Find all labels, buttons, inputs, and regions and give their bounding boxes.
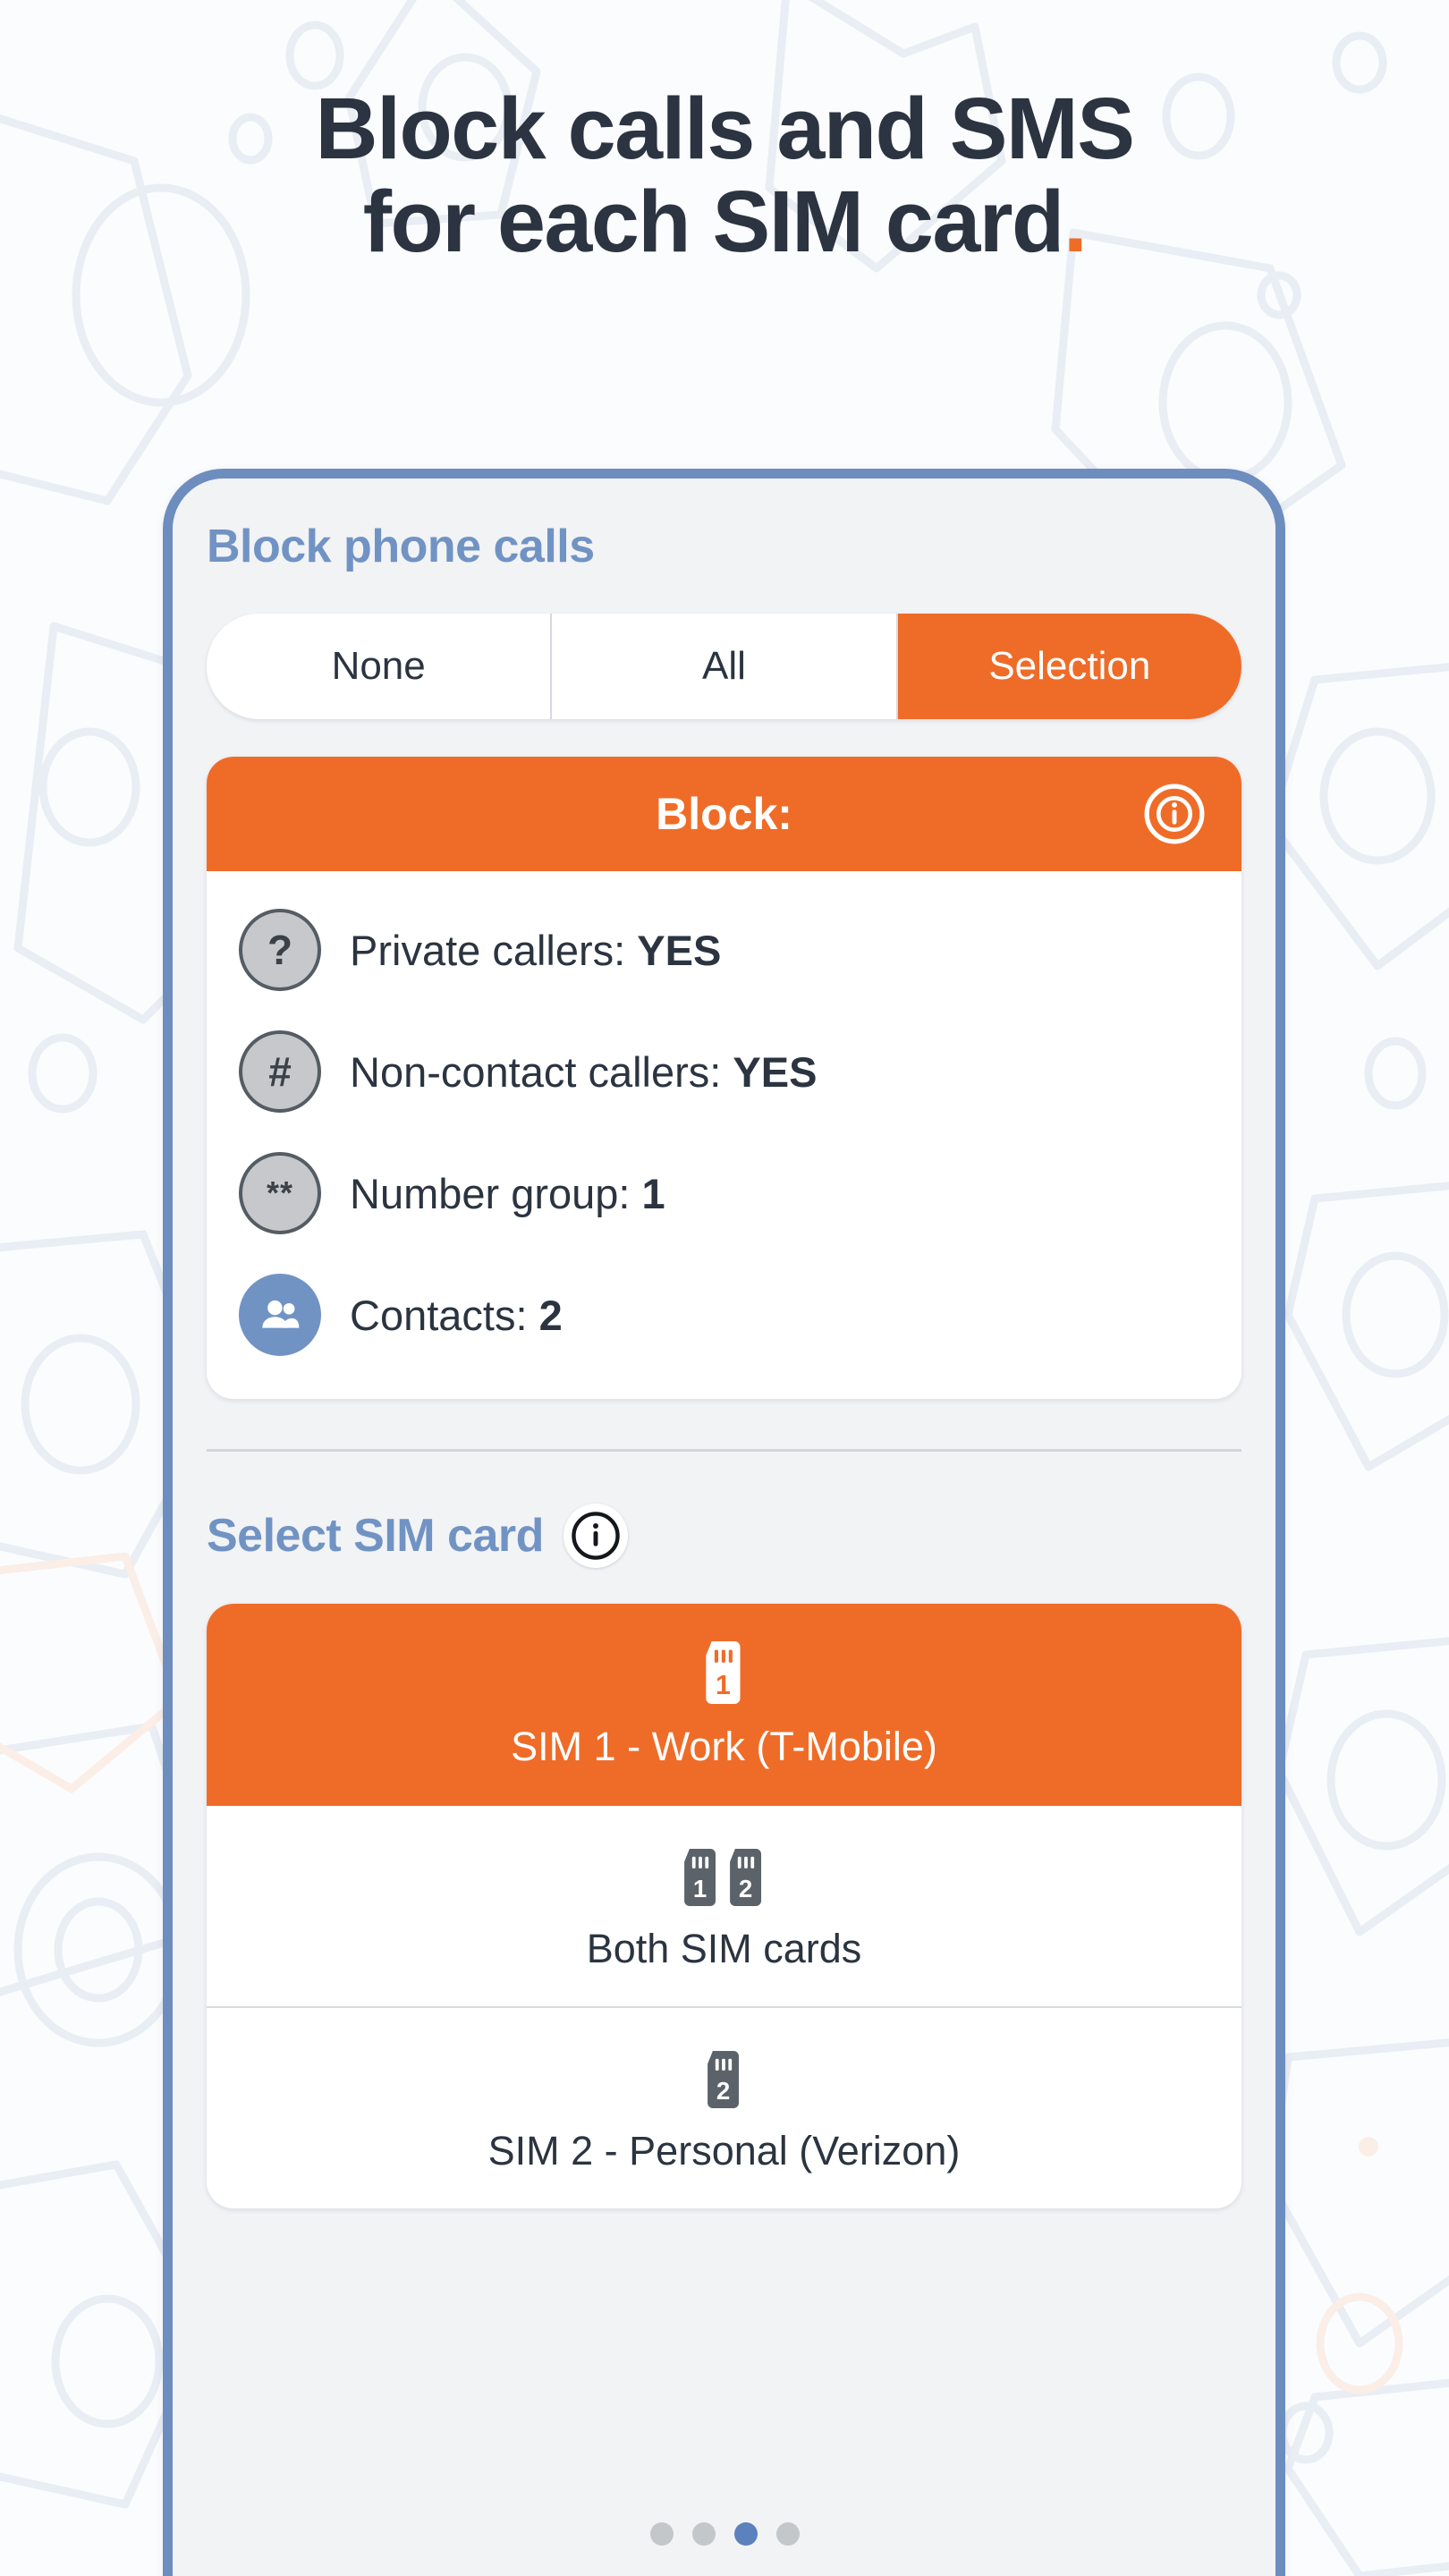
block-row-label: Number group: 1 bbox=[350, 1169, 665, 1218]
page-dot-3[interactable] bbox=[733, 2522, 758, 2546]
block-card-title: Block: bbox=[656, 789, 792, 840]
block-row-value: 1 bbox=[641, 1169, 665, 1217]
sim-card-both-icon: 1 2 bbox=[682, 1838, 767, 1907]
sim-option-label: SIM 2 - Personal (Verizon) bbox=[487, 2128, 961, 2174]
segment-selection[interactable]: Selection bbox=[897, 614, 1241, 720]
page-headline: Block calls and SMS for each SIM card. bbox=[0, 0, 1449, 268]
phone-mockup-frame: Block phone calls None All Selection Blo… bbox=[163, 469, 1285, 2576]
block-mode-segmented-control[interactable]: None All Selection bbox=[207, 614, 1241, 720]
block-row-non-contact-callers[interactable]: # Non-contact callers: YES bbox=[239, 1030, 1209, 1114]
block-settings-card: Block: ? Private callers: YES # Non-cont… bbox=[207, 757, 1241, 1400]
block-row-value: YES bbox=[733, 1047, 818, 1096]
svg-text:1: 1 bbox=[693, 1875, 707, 1902]
page-dot-4[interactable] bbox=[775, 2522, 800, 2546]
sim-option-sim1[interactable]: 1 SIM 1 - Work (T-Mobile) bbox=[207, 1604, 1241, 1807]
page-dot-2[interactable] bbox=[691, 2522, 716, 2546]
headline-line-1: Block calls and SMS bbox=[315, 80, 1135, 177]
sim-card-2-icon: 2 bbox=[705, 2040, 744, 2109]
phone-screen: Block phone calls None All Selection Blo… bbox=[173, 479, 1275, 2576]
page-dot-1[interactable] bbox=[649, 2522, 674, 2546]
block-card-rows: ? Private callers: YES # Non-contact cal… bbox=[207, 871, 1241, 1399]
hash-icon: # bbox=[239, 1030, 321, 1114]
block-row-contacts[interactable]: Contacts: 2 bbox=[239, 1274, 1209, 1357]
select-sim-section-title: Select SIM card bbox=[207, 1509, 544, 1562]
info-circle-icon[interactable] bbox=[1141, 781, 1208, 847]
svg-text:1: 1 bbox=[716, 1671, 731, 1700]
sim-card-1-icon: 1 bbox=[703, 1636, 746, 1705]
headline-period: . bbox=[1063, 172, 1088, 270]
block-row-private-callers[interactable]: ? Private callers: YES bbox=[239, 909, 1209, 992]
svg-text:2: 2 bbox=[739, 1875, 752, 1902]
block-card-header: Block: bbox=[207, 757, 1241, 872]
headline-line-2-text: for each SIM card bbox=[362, 172, 1065, 270]
sim-option-label: Both SIM cards bbox=[586, 1926, 862, 1972]
sim-card-option-list: 1 SIM 1 - Work (T-Mobile) 1 2 Both SIM c… bbox=[207, 1604, 1241, 2209]
contacts-people-icon bbox=[239, 1274, 321, 1357]
segment-none[interactable]: None bbox=[207, 614, 553, 720]
sim-option-label: SIM 1 - Work (T-Mobile) bbox=[511, 1724, 937, 1770]
block-row-value: 2 bbox=[538, 1291, 563, 1339]
select-sim-header: Select SIM card bbox=[207, 1504, 1241, 1569]
block-row-label: Private callers: YES bbox=[350, 926, 721, 975]
section-divider bbox=[207, 1449, 1241, 1453]
block-row-label-text: Number group: bbox=[350, 1169, 642, 1217]
block-row-number-group[interactable]: ** Number group: 1 bbox=[239, 1152, 1209, 1235]
asterisk-pair-icon: ** bbox=[239, 1152, 321, 1235]
block-calls-section-title: Block phone calls bbox=[207, 521, 595, 572]
block-row-label: Non-contact callers: YES bbox=[350, 1047, 817, 1097]
segment-all[interactable]: All bbox=[552, 614, 898, 720]
block-row-label-text: Non-contact callers: bbox=[350, 1047, 733, 1096]
info-circle-icon[interactable] bbox=[563, 1504, 628, 1569]
page-indicator bbox=[0, 2522, 1449, 2546]
block-row-label: Contacts: 2 bbox=[350, 1291, 563, 1340]
question-mark-icon: ? bbox=[239, 909, 321, 992]
sim-option-sim2[interactable]: 2 SIM 2 - Personal (Verizon) bbox=[207, 2008, 1241, 2209]
block-row-label-text: Contacts: bbox=[350, 1291, 539, 1339]
sim-option-both[interactable]: 1 2 Both SIM cards bbox=[207, 1806, 1241, 2009]
headline-line-2: for each SIM card. bbox=[0, 172, 1449, 270]
svg-text:2: 2 bbox=[716, 2077, 729, 2105]
block-row-value: YES bbox=[637, 926, 722, 974]
block-row-label-text: Private callers: bbox=[350, 926, 638, 974]
